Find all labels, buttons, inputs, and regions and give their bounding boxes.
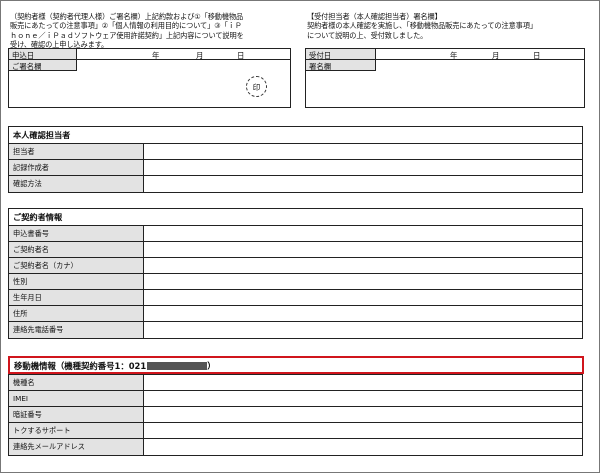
table-row: ご契約者名（カナ） <box>9 258 582 274</box>
table-row: IMEI <box>9 391 582 407</box>
table-row: 性別 <box>9 274 582 290</box>
pin-code-field[interactable] <box>144 407 582 422</box>
row-label: 機種名 <box>9 375 144 390</box>
row-label: 暗証番号 <box>9 407 144 422</box>
contractor-kana-field[interactable] <box>144 258 582 273</box>
row-label: IMEI <box>9 391 144 406</box>
device-title-text: 移動機情報（機種契約番号1：021 <box>14 361 147 371</box>
phone-field[interactable] <box>144 322 582 338</box>
identity-section-title: 本人確認担当者 <box>9 127 582 144</box>
row-label: 担当者 <box>9 144 144 159</box>
table-row: 連絡先メールアドレス <box>9 439 582 455</box>
table-row: 担当者 <box>9 144 582 160</box>
verification-method-field[interactable] <box>144 176 582 192</box>
customer-consent-note: （契約者様（契約者代理人様）ご署名欄）上記約款および①「移動機物品 販売にあたっ… <box>10 12 244 49</box>
email-field[interactable] <box>144 439 582 455</box>
table-row: 申込書番号 <box>9 226 582 242</box>
row-label: ご契約者名（カナ） <box>9 258 144 273</box>
staff-name-field[interactable] <box>144 144 582 159</box>
contractor-info-section: ご契約者情報 申込書番号 ご契約者名 ご契約者名（カナ） 性別 生年月日 住所 … <box>8 208 583 339</box>
support-program-field[interactable] <box>144 423 582 438</box>
row-label: 申込書番号 <box>9 226 144 241</box>
staff-confirmation-note: 【受付担当者（本人確認担当者）署名欄】 契約者様の本人確認を実施し、「移動機物品… <box>307 12 537 40</box>
row-label: ご契約者名 <box>9 242 144 257</box>
customer-signature-box: 申込日 年 月 日 ご署名欄 印 <box>8 48 291 108</box>
row-label: 確認方法 <box>9 176 144 192</box>
identity-check-section: 本人確認担当者 担当者 記録作成者 確認方法 <box>8 126 583 193</box>
model-name-field[interactable] <box>144 375 582 390</box>
redacted-contract-number <box>147 362 208 370</box>
table-row: トクするサポート <box>9 423 582 439</box>
table-row: 機種名 <box>9 375 582 391</box>
table-row: 記録作成者 <box>9 160 582 176</box>
table-row: 生年月日 <box>9 290 582 306</box>
table-row: 連絡先電話番号 <box>9 322 582 338</box>
table-row: 住所 <box>9 306 582 322</box>
row-label: トクするサポート <box>9 423 144 438</box>
address-field[interactable] <box>144 306 582 321</box>
date-row-divider <box>77 59 290 60</box>
birthdate-field[interactable] <box>144 290 582 305</box>
customer-signature-label: ご署名欄 <box>12 62 42 71</box>
record-creator-field[interactable] <box>144 160 582 175</box>
staff-signature-field[interactable] <box>378 63 578 103</box>
gender-field[interactable] <box>144 274 582 289</box>
staff-date-row-divider <box>376 59 584 60</box>
row-label: 連絡先メールアドレス <box>9 439 144 455</box>
row-label: 連絡先電話番号 <box>9 322 144 338</box>
table-row: ご契約者名 <box>9 242 582 258</box>
table-row: 暗証番号 <box>9 407 582 423</box>
contractor-name-field[interactable] <box>144 242 582 257</box>
row-label: 住所 <box>9 306 144 321</box>
device-info-highlight: 移動機情報（機種契約番号1：021 ） <box>8 356 584 374</box>
row-label: 生年月日 <box>9 290 144 305</box>
imei-field[interactable] <box>144 391 582 406</box>
staff-signature-box: 受付日 年 月 日 署名欄 <box>305 48 585 108</box>
row-label: 性別 <box>9 274 144 289</box>
document-page: （契約者様（契約者代理人様）ご署名欄）上記約款および①「移動機物品 販売にあたっ… <box>0 0 600 473</box>
seal-stamp-mark: 印 <box>246 76 267 97</box>
contractor-section-title: ご契約者情報 <box>9 209 582 226</box>
closing-paren: ） <box>207 361 216 371</box>
row-label: 記録作成者 <box>9 160 144 175</box>
device-section-title: 移動機情報（機種契約番号1：021 ） <box>14 360 216 372</box>
staff-signature-label: 署名欄 <box>309 62 332 71</box>
application-number-field[interactable] <box>144 226 582 241</box>
table-row: 確認方法 <box>9 176 582 192</box>
